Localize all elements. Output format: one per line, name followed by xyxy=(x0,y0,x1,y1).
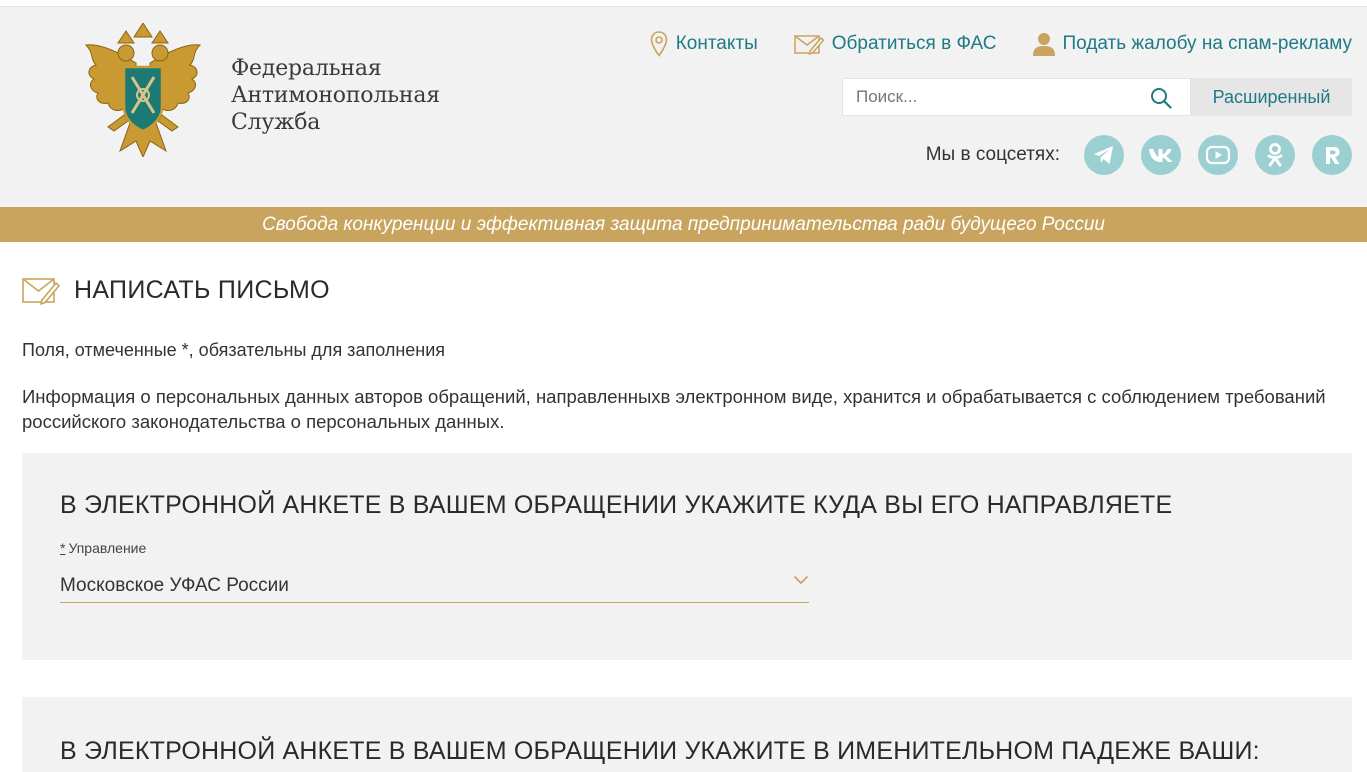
spam-complaint-label: Подать жалобу на спам-рекламу xyxy=(1062,33,1352,54)
required-fields-note: Поля, отмеченные *, обязательны для запо… xyxy=(22,340,446,360)
required-mark: * xyxy=(60,540,66,556)
page-title-text: НАПИСАТЬ ПИСЬМО xyxy=(74,275,330,304)
header-links: Контакты Обратиться в ФАС Подать жалобу … xyxy=(650,31,1352,57)
search-input[interactable] xyxy=(843,79,1190,115)
brand-name[interactable]: Федеральная Антимонопольная Служба xyxy=(231,55,440,136)
appeal-link[interactable]: Обратиться в ФАС xyxy=(794,33,997,55)
telegram-icon[interactable] xyxy=(1084,135,1124,175)
location-pin-icon xyxy=(650,31,667,57)
personal-data-section-heading: В ЭЛЕКТРОННОЙ АНКЕТЕ В ВАШЕМ ОБРАЩЕНИИ У… xyxy=(60,737,1260,765)
top-border xyxy=(0,0,1367,7)
contacts-link[interactable]: Контакты xyxy=(650,31,758,57)
social-links: Мы в соцсетях: xyxy=(926,135,1352,175)
chevron-down-icon[interactable] xyxy=(793,575,809,585)
vk-icon[interactable] xyxy=(1141,135,1181,175)
spam-complaint-link[interactable]: Подать жалобу на спам-рекламу xyxy=(1032,32,1352,56)
brand-line-3: Служба xyxy=(231,110,321,135)
odnoklassniki-icon[interactable] xyxy=(1255,135,1295,175)
user-icon xyxy=(1032,33,1055,56)
envelope-pen-icon xyxy=(794,35,824,55)
slogan-banner: Свобода конкуренции и эффективная защита… xyxy=(0,207,1367,242)
department-select-value: Московское УФАС России xyxy=(60,575,289,596)
youtube-icon[interactable] xyxy=(1198,135,1238,175)
social-label: Мы в соцсетях: xyxy=(925,144,1060,165)
recipient-section-heading: В ЭЛЕКТРОННОЙ АНКЕТЕ В ВАШЕМ ОБРАЩЕНИИ У… xyxy=(60,491,1173,519)
site-header: Федеральная Антимонопольная Служба Конта… xyxy=(0,7,1367,207)
search-box xyxy=(842,78,1191,116)
envelope-pen-icon xyxy=(22,278,60,305)
privacy-info: Информация о персональных данных авторов… xyxy=(22,386,1326,432)
appeal-label: Обратиться в ФАС xyxy=(831,33,997,54)
rutube-icon[interactable] xyxy=(1312,135,1352,175)
department-select[interactable]: Московское УФАС России xyxy=(60,563,809,603)
page-title: НАПИСАТЬ ПИСЬМО xyxy=(22,275,330,305)
brand-line-2: Антимонопольная xyxy=(231,83,440,108)
advanced-search-button[interactable]: Расширенный xyxy=(1191,78,1352,116)
department-label-text: Управление xyxy=(68,540,147,556)
search-icon[interactable] xyxy=(1150,87,1172,109)
emblem-logo[interactable] xyxy=(80,23,206,157)
recipient-section: В ЭЛЕКТРОННОЙ АНКЕТЕ В ВАШЕМ ОБРАЩЕНИИ У… xyxy=(22,453,1352,660)
department-field-label: * Управление xyxy=(60,540,146,556)
search-bar: Расширенный xyxy=(842,78,1352,116)
contacts-label: Контакты xyxy=(675,33,758,54)
brand-line-1: Федеральная xyxy=(231,56,382,81)
personal-data-section: В ЭЛЕКТРОННОЙ АНКЕТЕ В ВАШЕМ ОБРАЩЕНИИ У… xyxy=(22,697,1352,772)
